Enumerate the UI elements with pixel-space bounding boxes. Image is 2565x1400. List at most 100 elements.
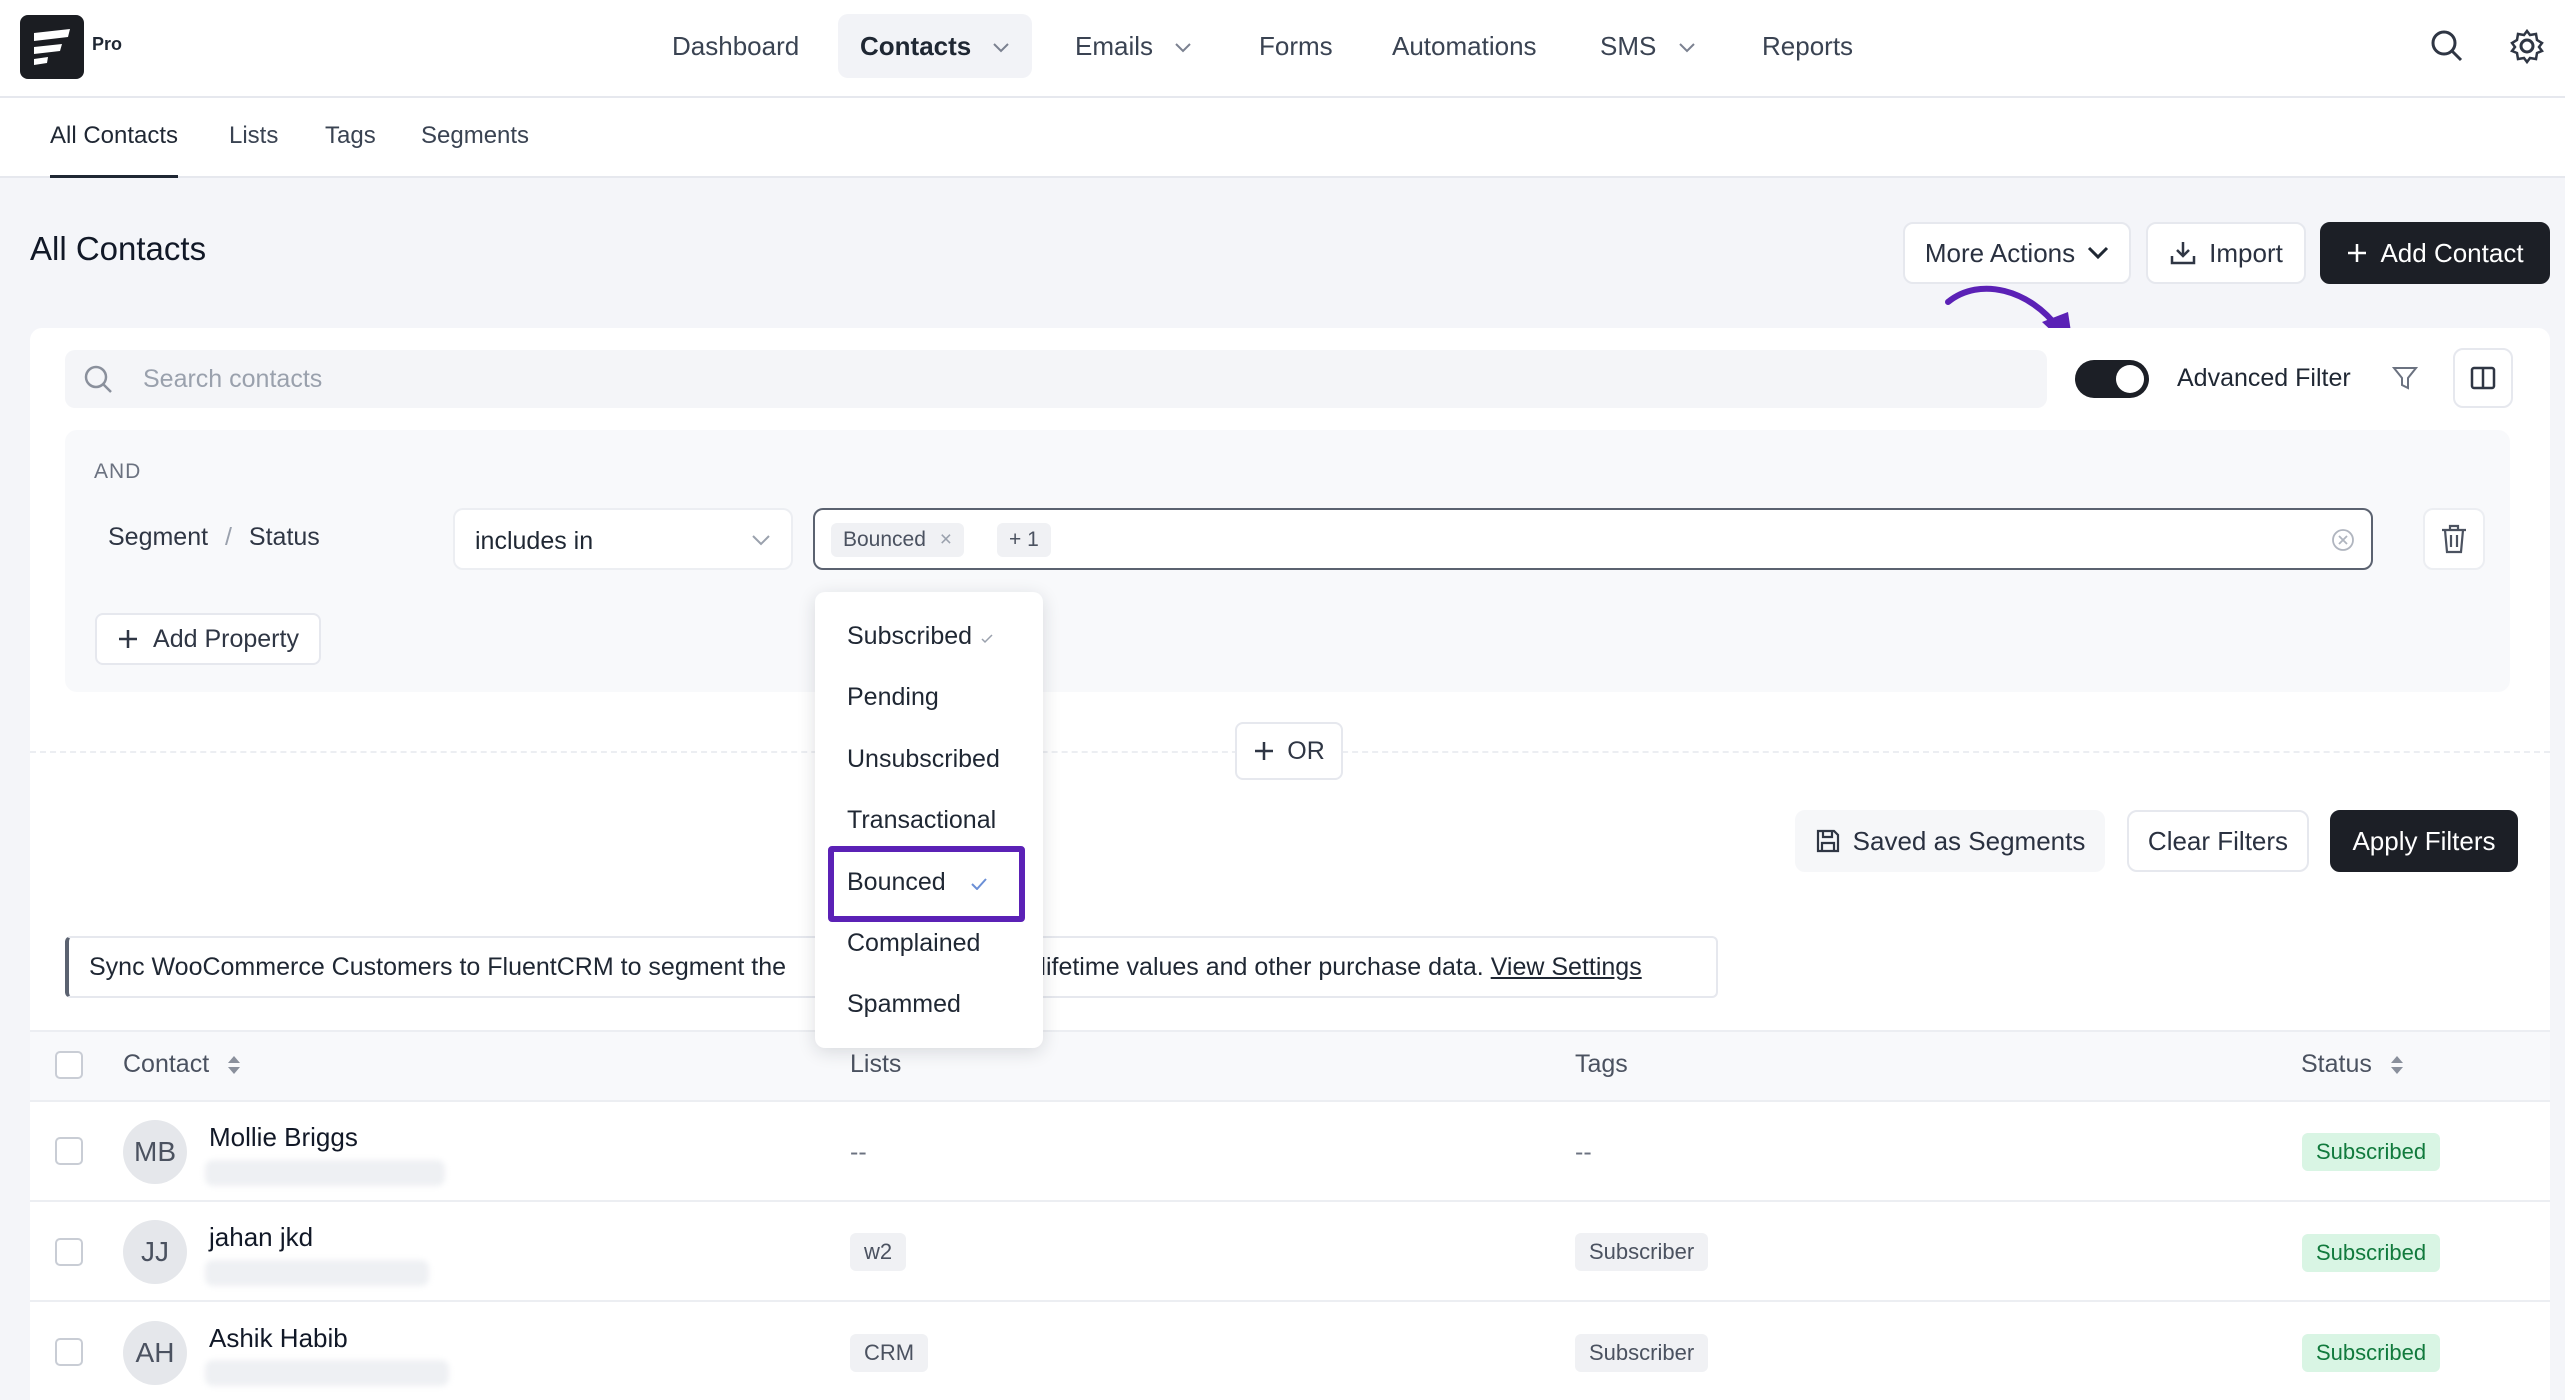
nav-contacts[interactable]: Contacts [838, 14, 1033, 78]
row-checkbox[interactable] [55, 1238, 83, 1266]
sort-icon [2390, 1056, 2403, 1075]
nav-label: Contacts [860, 31, 972, 61]
property-field: Status [248, 523, 320, 551]
add-contact-label: Add Contact [2380, 237, 2524, 268]
status-badge: Subscribed [2302, 1334, 2441, 1372]
option-subscribed[interactable]: Subscribed [847, 622, 993, 651]
top-navigation: Pro Dashboard Contacts Emails Forms Auto… [0, 0, 2565, 98]
row-checkbox[interactable] [55, 1338, 83, 1366]
row-tags: -- [1575, 1138, 1592, 1166]
page-title: All Contacts [30, 230, 207, 267]
columns-button[interactable] [2453, 348, 2513, 408]
filter-button[interactable] [2375, 348, 2435, 408]
gear-icon[interactable] [2507, 26, 2547, 66]
contact-name[interactable]: Mollie Briggs [209, 1122, 358, 1153]
avatar: JJ [123, 1220, 187, 1284]
nav-dashboard[interactable]: Dashboard [650, 14, 821, 78]
plus-icon [2348, 244, 2367, 262]
contact-name[interactable]: Ashik Habib [209, 1323, 348, 1354]
row-checkbox[interactable] [55, 1137, 83, 1165]
more-actions-label: More Actions [1924, 237, 2076, 268]
columns-icon [2470, 366, 2496, 390]
saved-as-segments-button[interactable]: Saved as Segments [1795, 810, 2105, 872]
property-separator: / [225, 523, 232, 551]
clear-circle-icon[interactable] [2331, 528, 2355, 552]
nav-sms[interactable]: SMS [1578, 14, 1718, 78]
option-transactional[interactable]: Transactional [847, 806, 996, 835]
or-button[interactable]: OR [1235, 722, 1343, 780]
nav-forms[interactable]: Forms [1237, 14, 1355, 78]
status-options-dropdown: Subscribed Pending Unsubscribed Transact… [815, 592, 1043, 1048]
nav-label: Automations [1392, 31, 1537, 61]
apply-filters-button[interactable]: Apply Filters [2330, 810, 2518, 872]
select-all-checkbox[interactable] [55, 1051, 83, 1079]
fluentcrm-logo[interactable] [20, 15, 84, 79]
column-status[interactable]: Status [2301, 1050, 2405, 1079]
option-complained[interactable]: Complained [847, 929, 980, 958]
and-group-label: AND [94, 460, 142, 483]
nav-label: Reports [1762, 31, 1854, 61]
more-actions-button[interactable]: More Actions [1903, 222, 2131, 284]
close-icon[interactable]: × [940, 528, 952, 551]
list-badge: CRM [850, 1334, 929, 1372]
table-header [30, 1030, 2550, 1102]
search-icon [84, 365, 112, 393]
option-unsubscribed[interactable]: Unsubscribed [847, 745, 1000, 774]
column-label: Contact [123, 1050, 210, 1078]
tab-all-contacts[interactable]: All Contacts [50, 122, 179, 178]
saved-segments-label: Saved as Segments [1852, 825, 2086, 856]
search-icon[interactable] [2427, 26, 2467, 66]
search-input[interactable]: Search contacts [65, 350, 2047, 408]
contact-name[interactable]: jahan jkd [209, 1222, 313, 1253]
notice-text-end: s, lifetime values and other purchase da… [1014, 953, 1484, 981]
filter-property[interactable]: Segment / Status [108, 523, 320, 552]
nav-label: Emails [1075, 31, 1154, 61]
search-placeholder: Search contacts [143, 365, 323, 393]
column-tags: Tags [1575, 1050, 1628, 1078]
table-row[interactable] [30, 1202, 2550, 1302]
option-label: Subscribed [847, 622, 973, 650]
or-label: OR [1287, 736, 1325, 765]
tab-tags[interactable]: Tags [325, 122, 376, 178]
nav-label: Dashboard [672, 31, 800, 61]
tag-badge: Subscriber [1575, 1233, 1709, 1271]
sort-icon [228, 1056, 241, 1075]
tab-segments[interactable]: Segments [421, 122, 529, 178]
option-pending[interactable]: Pending [847, 683, 939, 712]
delete-filter-button[interactable] [2423, 508, 2485, 570]
import-button[interactable]: Import [2146, 222, 2306, 284]
nav-automations[interactable]: Automations [1370, 14, 1559, 78]
view-settings-link[interactable]: View Settings [1491, 953, 1642, 981]
row-lists: -- [850, 1138, 867, 1166]
column-lists: Lists [850, 1050, 902, 1078]
check-icon [981, 634, 993, 644]
chevron-down-icon [993, 43, 1010, 53]
nav-label: SMS [1600, 31, 1657, 61]
advanced-filter-label: Advanced Filter [2177, 364, 2351, 392]
plus-icon [119, 630, 138, 648]
table-row[interactable] [30, 1102, 2550, 1202]
selected-chip-bounced: Bounced × [831, 523, 965, 557]
tab-lists[interactable]: Lists [229, 122, 278, 178]
contact-email-redacted [205, 1260, 429, 1286]
avatar: AH [123, 1321, 187, 1385]
nav-emails[interactable]: Emails [1053, 14, 1214, 78]
column-label: Status [2301, 1050, 2372, 1078]
download-icon [2170, 242, 2196, 265]
add-contact-button[interactable]: Add Contact [2320, 222, 2550, 284]
chevron-down-icon [752, 535, 770, 546]
status-multiselect[interactable]: Bounced × + 1 [813, 508, 2373, 570]
trash-icon [2442, 524, 2466, 554]
filter-icon [2391, 367, 2419, 390]
clear-filters-button[interactable]: Clear Filters [2127, 810, 2309, 872]
chevron-down-icon [1678, 43, 1695, 53]
add-property-button[interactable]: Add Property [95, 613, 321, 665]
operator-select[interactable]: includes in [453, 508, 793, 570]
column-contact[interactable]: Contact [123, 1050, 242, 1079]
nav-reports[interactable]: Reports [1740, 14, 1875, 78]
chevron-down-icon [1175, 43, 1191, 53]
option-spammed[interactable]: Spammed [847, 990, 961, 1019]
advanced-filter-toggle[interactable] [2075, 360, 2149, 398]
more-count-chip: + 1 [997, 523, 1051, 557]
import-label: Import [2209, 237, 2283, 268]
